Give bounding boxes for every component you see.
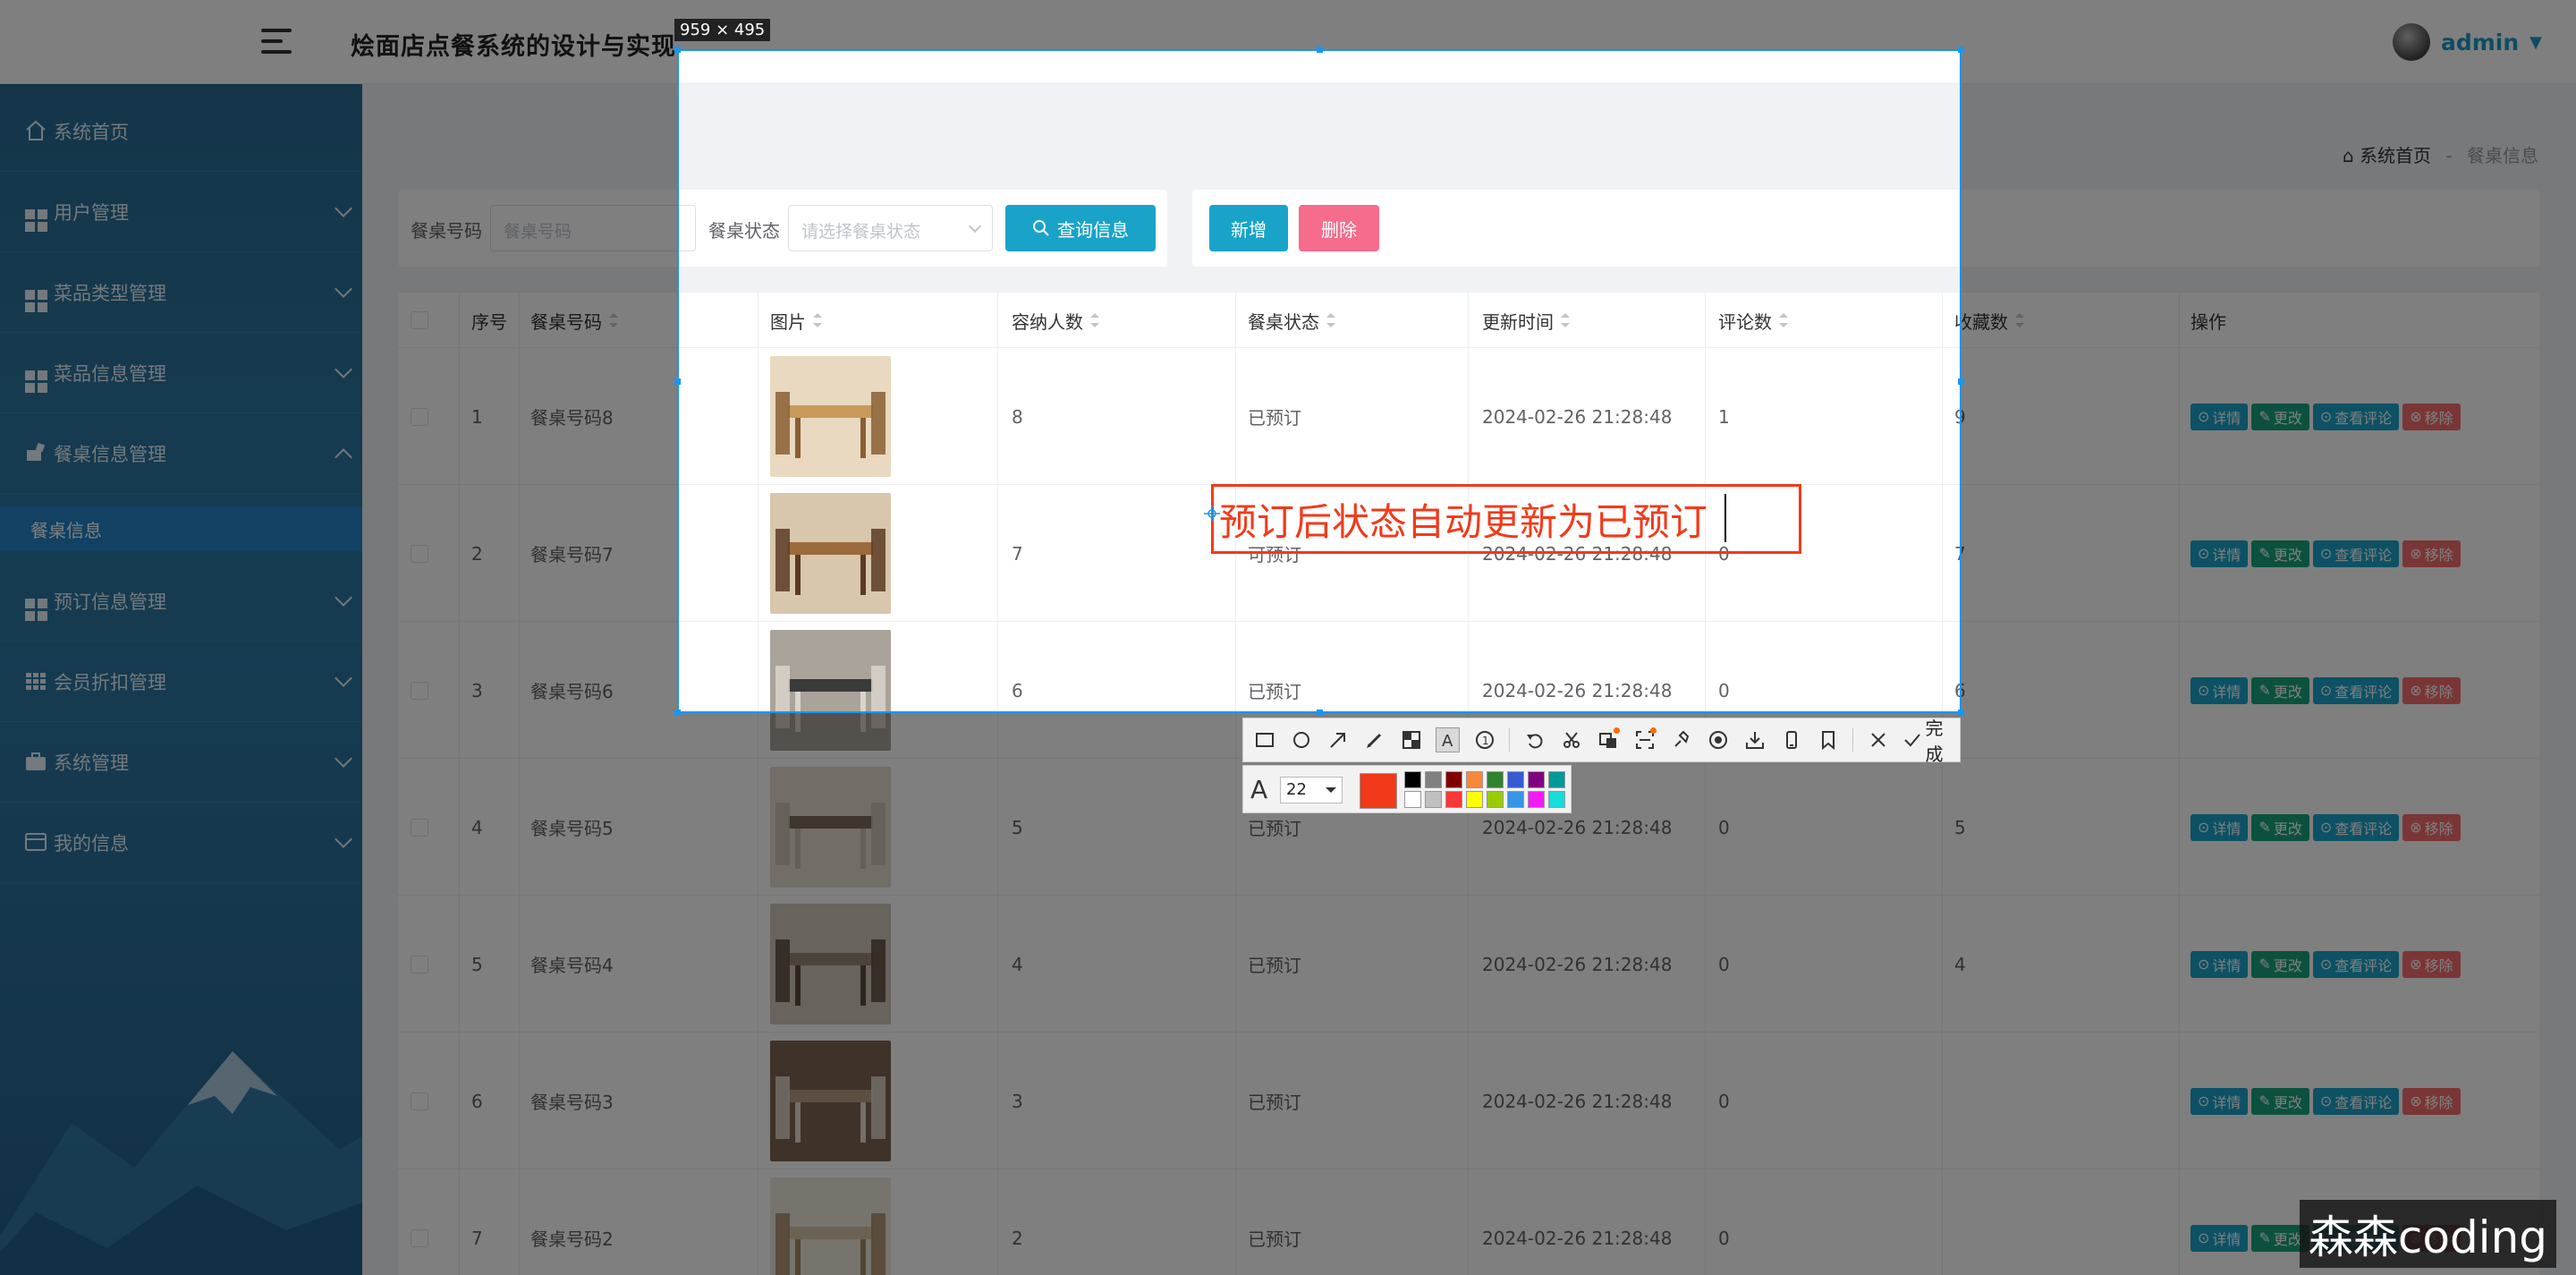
ellipse-tool-icon[interactable] (1289, 727, 1313, 752)
palette-color-swatch[interactable] (1404, 791, 1421, 808)
palette-color-swatch[interactable] (1487, 791, 1504, 808)
text-tool-icon[interactable]: A (1436, 727, 1461, 752)
pin-icon[interactable] (1669, 727, 1693, 752)
palette-color-swatch[interactable] (1425, 771, 1442, 788)
close-icon[interactable] (1866, 727, 1890, 752)
bookmark-icon[interactable] (1816, 727, 1840, 752)
font-size-select[interactable]: 22 (1280, 777, 1343, 803)
palette-color-swatch[interactable] (1466, 771, 1483, 788)
resize-handle[interactable] (674, 710, 681, 716)
palette-color-swatch[interactable] (1445, 771, 1462, 788)
resize-handle[interactable] (1958, 47, 1964, 53)
scan-icon[interactable] (1632, 727, 1657, 752)
watermark: 森森coding (2299, 1200, 2556, 1268)
palette-color-swatch[interactable] (1507, 771, 1524, 788)
check-icon (1904, 734, 1921, 747)
scissors-icon[interactable] (1559, 727, 1583, 752)
ocr-icon[interactable] (1596, 727, 1621, 752)
palette-color-swatch[interactable] (1445, 791, 1462, 808)
capture-dim-right (1962, 49, 2576, 713)
number-tool-icon[interactable]: 1 (1472, 727, 1496, 752)
palette-color-swatch[interactable] (1404, 771, 1421, 788)
resize-handle[interactable] (1317, 47, 1323, 53)
font-size-value: 22 (1286, 780, 1307, 799)
done-label: 完成 (1925, 718, 1944, 765)
record-icon[interactable] (1706, 727, 1730, 752)
download-icon[interactable] (1742, 727, 1767, 752)
toolbar-separator (1509, 728, 1511, 752)
arrow-tool-icon[interactable] (1326, 727, 1350, 752)
capture-dim-left (0, 49, 677, 713)
palette-color-swatch[interactable] (1507, 791, 1524, 808)
mosaic-tool-icon[interactable] (1399, 727, 1423, 752)
capture-selection-frame[interactable] (674, 47, 1964, 716)
palette-color-swatch[interactable] (1425, 791, 1442, 808)
palette-color-swatch[interactable] (1548, 791, 1565, 808)
chevron-down-icon (1326, 787, 1336, 793)
resize-handle[interactable] (1958, 378, 1964, 385)
palette-color-swatch[interactable] (1528, 791, 1545, 808)
done-button[interactable]: 完成 (1902, 714, 1960, 766)
font-icon: A (1250, 775, 1268, 804)
resize-handle[interactable] (674, 378, 681, 385)
current-color-swatch[interactable] (1360, 773, 1397, 809)
toolbar-separator (1852, 728, 1854, 752)
svg-text:1: 1 (1482, 735, 1489, 747)
text-cursor (1724, 494, 1726, 542)
phone-icon[interactable] (1779, 727, 1803, 752)
pen-tool-icon[interactable] (1362, 727, 1386, 752)
svg-text:A: A (1442, 732, 1453, 750)
text-style-bar: A 22 (1242, 765, 1572, 813)
palette-color-swatch[interactable] (1487, 771, 1504, 788)
crosshair-icon (1204, 506, 1220, 522)
capture-toolbar: A 1 完成 (1242, 718, 1961, 765)
resize-handle[interactable] (1317, 710, 1323, 716)
palette-color-swatch[interactable] (1528, 771, 1545, 788)
rectangle-tool-icon[interactable] (1252, 727, 1276, 752)
palette-color-swatch[interactable] (1466, 791, 1483, 808)
capture-dim-top (0, 0, 2576, 49)
palette-color-swatch[interactable] (1548, 771, 1565, 788)
capture-size-label: 959 × 495 (674, 19, 771, 41)
undo-icon[interactable] (1522, 727, 1546, 752)
resize-handle[interactable] (674, 47, 681, 53)
annotation-text[interactable]: 预订后状态自动更新为已预订 (1219, 492, 1707, 547)
